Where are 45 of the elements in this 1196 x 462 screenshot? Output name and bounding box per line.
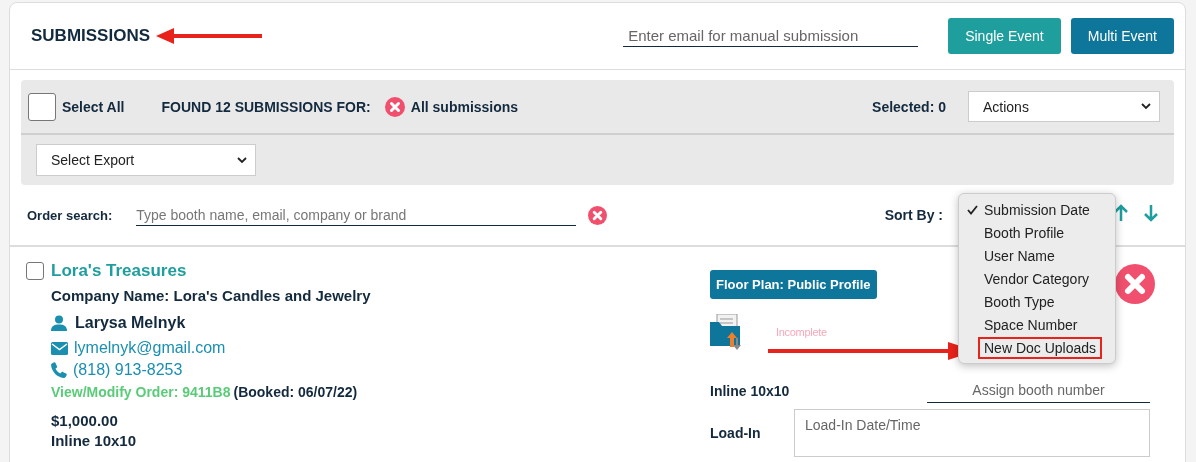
phone-icon [51,362,67,378]
email-field[interactable]: Enter email for manual submission [623,25,919,47]
sort-option[interactable]: User Name [978,244,1061,267]
search-label: Order search: [27,207,113,223]
sort-option[interactable]: Booth Profile [978,221,1071,244]
found-count: FOUND 12 SUBMISSIONS FOR: [161,98,371,115]
sort-label: Sort By : [884,207,943,223]
booked-date: (Booked: 06/07/22) [233,383,358,402]
search-field[interactable]: Type booth name, email, company or brand [136,204,577,226]
event-button[interactable]: Multi Event [1070,18,1174,54]
sort-option[interactable]: New Doc Uploads [978,336,1103,359]
sort-option[interactable]: Submission Date [978,198,1096,221]
company-name: Company Name: Lora's Candles and Jewelry [51,287,371,304]
chevron-down-icon [237,156,247,164]
actions-select[interactable]: Actions [968,91,1160,122]
selected-count: Selected: 0 [872,98,946,115]
sort-option[interactable]: Space Number [978,313,1084,336]
select-all-label: Select All [62,98,125,115]
load-in-label: Load-In [710,425,761,441]
sort-option[interactable]: Vendor Category [978,267,1096,290]
export-select[interactable]: Select Export [36,144,256,176]
clear-search-icon[interactable] [588,205,608,225]
booth-number-field[interactable]: Assign booth number [927,378,1150,403]
doc-status: Incomplete [776,326,827,338]
sort-descending-icon[interactable] [1143,204,1159,222]
floor-plan-button[interactable]: Floor Plan: Public Profile [710,269,877,299]
sort-ascending-icon[interactable] [1113,204,1129,222]
chevron-down-icon [1141,103,1151,110]
booth-type: Inline 10x10 [51,431,138,451]
load-in-field[interactable]: Load-In Date/Time [794,409,1150,457]
clear-filter-icon[interactable] [384,96,405,117]
remove-icon[interactable] [1115,264,1155,304]
filter-label: All submissions [410,98,519,115]
phone-link[interactable]: (818) 913-8253 [73,359,183,381]
email-link[interactable]: lymelnyk@gmail.com [74,337,226,359]
booth-type-label: Inline 10x10 [710,382,790,399]
order-price: $1,000.00 [51,411,119,431]
mail-icon [51,341,68,355]
user-icon [51,315,67,331]
page-title: SUBMISSIONS [31,26,151,46]
contact-name: Larysa Melnyk [75,313,186,333]
row-checkbox[interactable] [26,262,44,280]
select-all-checkbox[interactable] [28,92,56,121]
sort-option[interactable]: Booth Type [978,290,1061,313]
check-icon [967,204,978,215]
